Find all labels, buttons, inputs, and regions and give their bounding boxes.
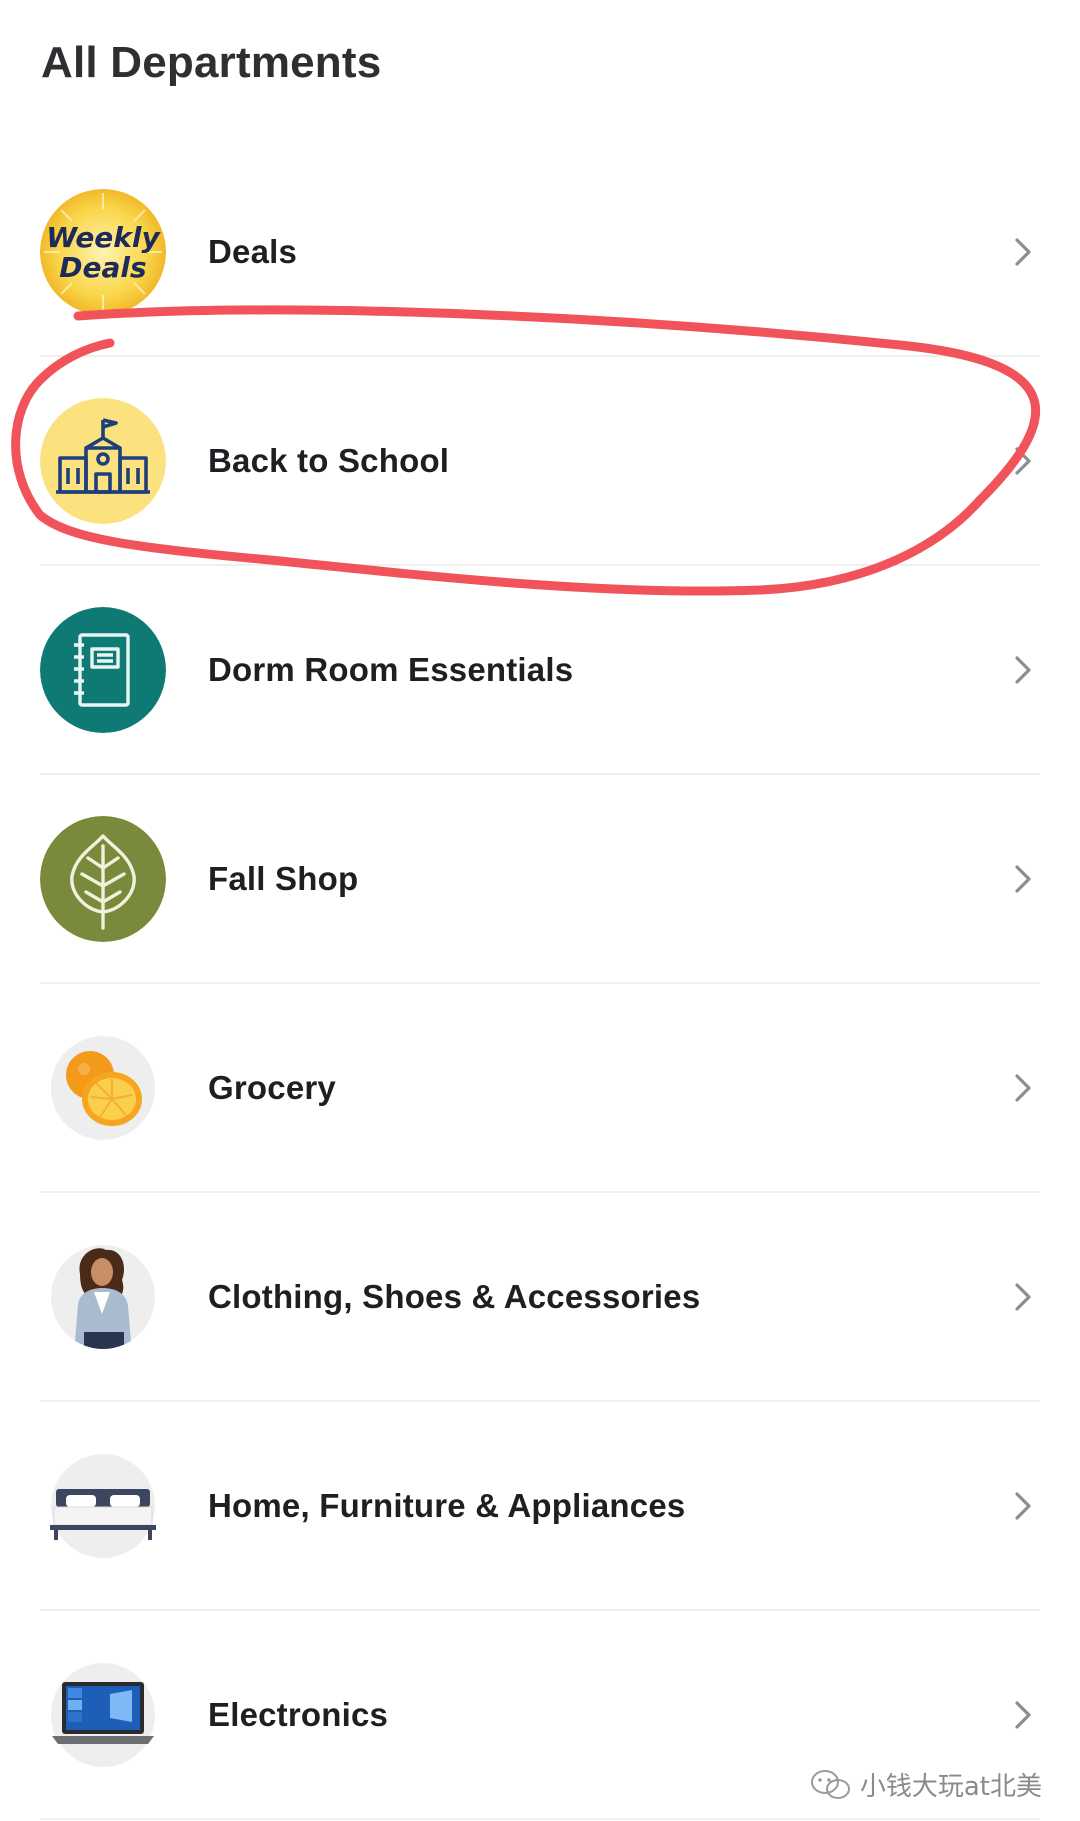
page-title: All Departments	[41, 38, 382, 87]
bed-image	[40, 1443, 166, 1569]
department-label: Back to School	[208, 441, 450, 479]
chevron-right-icon	[1015, 1491, 1031, 1520]
chevron-right-icon	[1015, 1282, 1031, 1311]
watermark: 小钱大玩at北美	[810, 1766, 1042, 1803]
department-list: Weekly Deals Deals Back to School Dorm R…	[0, 148, 1080, 1820]
department-label: Dorm Room Essentials	[208, 650, 574, 688]
department-label: Fall Shop	[208, 859, 359, 897]
watermark-text: 小钱大玩at北美	[859, 1772, 1042, 1802]
chevron-right-icon	[1015, 655, 1031, 684]
department-item-deals[interactable]: Weekly Deals Deals	[40, 148, 1040, 357]
weekly-deals-icon: Weekly Deals	[40, 188, 166, 315]
chevron-right-icon	[1015, 1700, 1031, 1729]
department-item-fall-shop[interactable]: Fall Shop	[40, 775, 1040, 984]
department-label: Clothing, Shoes & Accessories	[208, 1277, 701, 1315]
department-item-dorm-room-essentials[interactable]: Dorm Room Essentials	[40, 566, 1040, 775]
department-item-home-furniture-appliances[interactable]: Home, Furniture & Appliances	[40, 1402, 1040, 1611]
oranges-image	[40, 1025, 166, 1151]
chevron-right-icon	[1015, 864, 1031, 893]
department-label: Grocery	[208, 1068, 336, 1106]
chevron-right-icon	[1015, 237, 1031, 266]
laptop-image	[40, 1652, 166, 1778]
department-item-clothing-shoes-accessories[interactable]: Clothing, Shoes & Accessories	[40, 1193, 1040, 1402]
badge-text-weekly: Weekly	[46, 221, 161, 254]
chevron-right-icon	[1015, 446, 1031, 475]
department-label: Home, Furniture & Appliances	[208, 1486, 686, 1524]
chevron-right-icon	[1015, 1073, 1031, 1102]
department-item-back-to-school[interactable]: Back to School	[40, 357, 1040, 566]
notebook-icon	[40, 606, 166, 733]
department-label: Electronics	[208, 1695, 389, 1733]
leaf-icon	[40, 815, 166, 942]
school-building-icon	[40, 397, 166, 524]
department-item-grocery[interactable]: Grocery	[40, 984, 1040, 1193]
department-label: Deals	[208, 232, 298, 270]
badge-text-deals: Deals	[59, 251, 146, 284]
model-image	[40, 1234, 166, 1360]
wechat-icon	[810, 1769, 850, 1799]
